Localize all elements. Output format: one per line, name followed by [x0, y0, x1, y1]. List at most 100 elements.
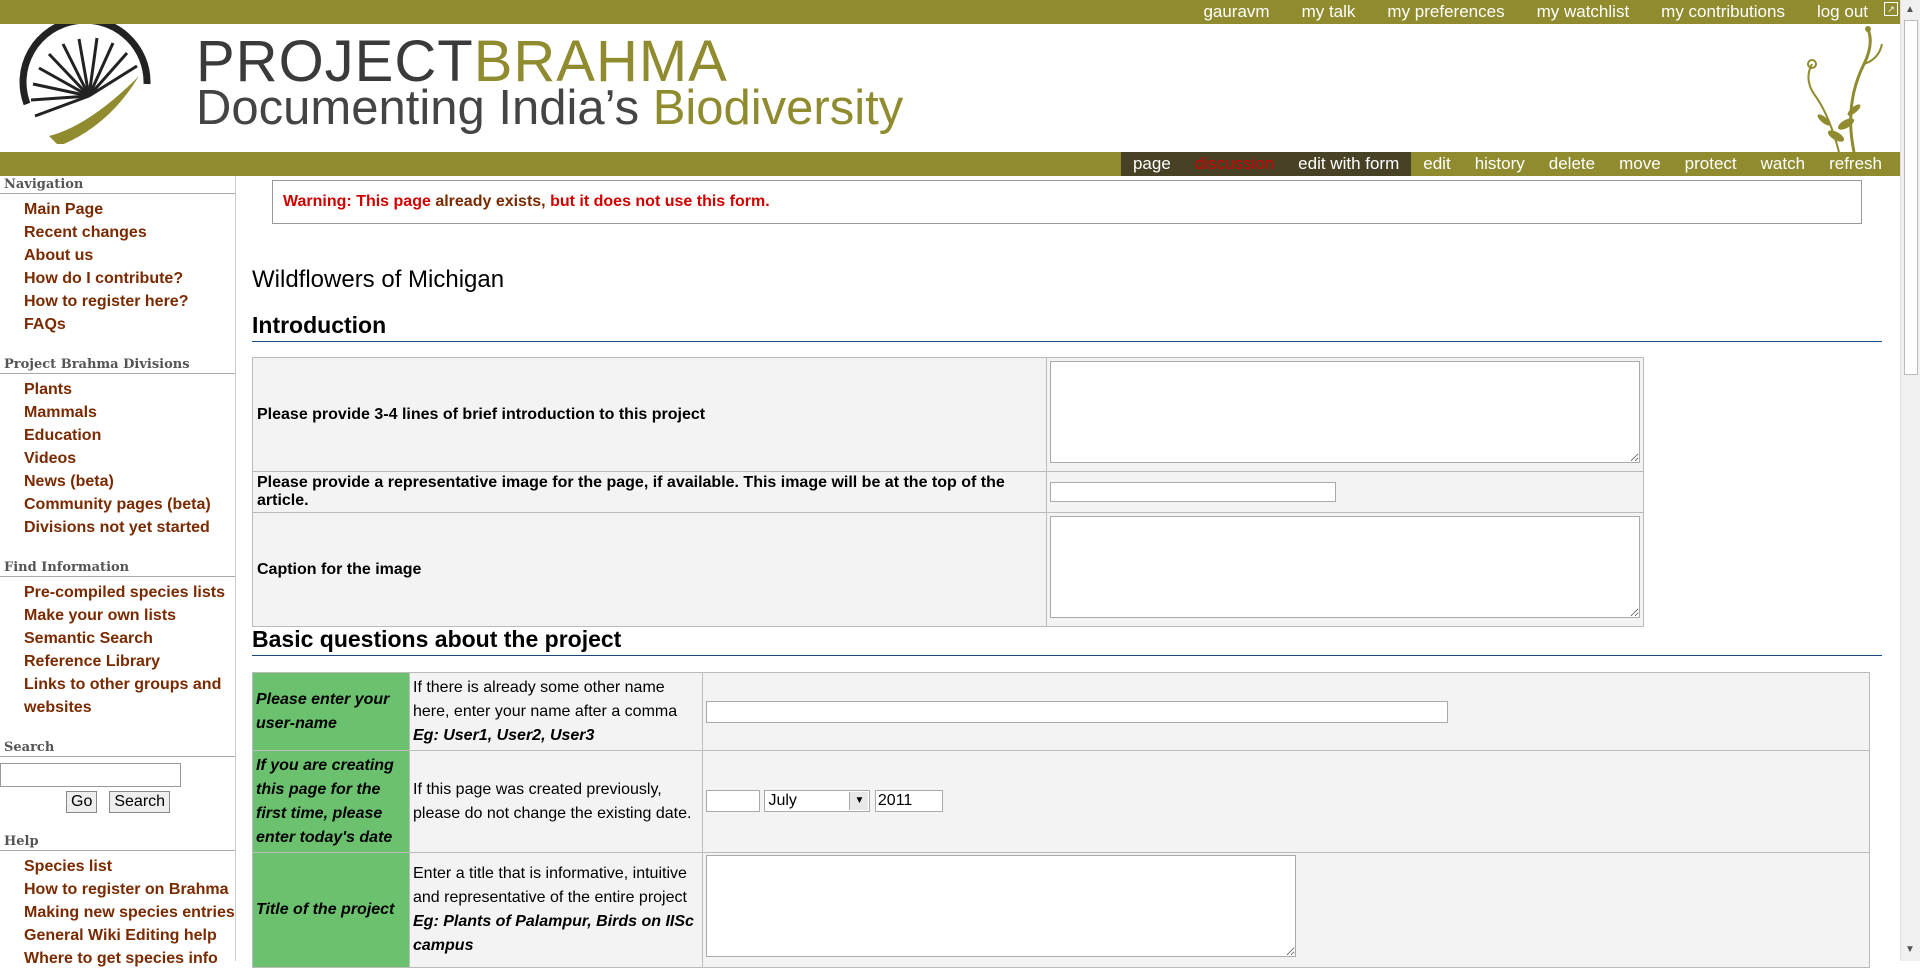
- username-field-cell: [702, 672, 1870, 751]
- tab-protect[interactable]: protect: [1673, 152, 1749, 176]
- action-tabs: page discussion edit with form edit hist…: [1120, 152, 1894, 176]
- scroll-down-icon[interactable]: ▼: [1905, 944, 1915, 955]
- title-help: Enter a title that is informative, intui…: [409, 852, 703, 968]
- site-header: PROJECTBRAHMA Documenting India’s Biodiv…: [0, 24, 1900, 152]
- title-question: Title of the project: [252, 852, 410, 968]
- sidebar-item-make-lists[interactable]: Make your own lists: [24, 604, 235, 627]
- table-row: Please provide 3-4 lines of brief introd…: [252, 357, 1644, 472]
- sidebar-item-websites[interactable]: websites: [24, 696, 235, 719]
- divisions-portlet: Project Brahma Divisions Plants Mammals …: [0, 356, 235, 539]
- sidebar-item-wiki-help[interactable]: General Wiki Editing help: [24, 924, 235, 947]
- chakra-logo-icon[interactable]: [14, 24, 164, 144]
- my-preferences-link[interactable]: my preferences: [1387, 2, 1504, 22]
- search-input[interactable]: [0, 763, 181, 787]
- tab-edit[interactable]: edit: [1411, 152, 1462, 176]
- my-talk-link[interactable]: my talk: [1302, 2, 1356, 22]
- title-field-cell: [702, 852, 1870, 968]
- sidebar-item-main-page[interactable]: Main Page: [24, 198, 235, 221]
- sidebar-item-news[interactable]: News (beta): [24, 470, 235, 493]
- day-input[interactable]: [706, 790, 760, 813]
- help-portlet: Help Species list How to register on Bra…: [0, 833, 235, 970]
- username-question: Please enter your user-name: [252, 672, 410, 751]
- main-content: Warning: This page already exists, but i…: [236, 176, 1896, 968]
- sidebar-item-species-lists[interactable]: Pre-compiled species lists: [24, 581, 235, 604]
- sidebar-item-semantic-search[interactable]: Semantic Search: [24, 627, 235, 650]
- floral-ornament-icon: [1807, 26, 1883, 152]
- sidebar-item-how-register[interactable]: How to register here?: [24, 290, 235, 313]
- popout-icon[interactable]: ↗: [1884, 2, 1898, 16]
- title-example: Eg: Plants of Palampur, Birds on IISc ca…: [413, 913, 694, 954]
- sidebar-item-species-list[interactable]: Species list: [24, 855, 235, 878]
- sidebar-item-register-brahma[interactable]: How to register on Brahma: [24, 878, 235, 901]
- caption-label: Caption for the image: [252, 512, 1047, 627]
- tab-page[interactable]: page: [1120, 152, 1183, 176]
- tab-history[interactable]: history: [1463, 152, 1537, 176]
- image-label: Please provide a representative image fo…: [252, 471, 1047, 513]
- chevron-down-icon[interactable]: ▼: [849, 792, 869, 811]
- sidebar: Navigation Main Page Recent changes Abou…: [0, 176, 236, 967]
- tab-discussion[interactable]: discussion: [1182, 152, 1287, 176]
- tab-move[interactable]: move: [1607, 152, 1673, 176]
- sidebar-item-reference-library[interactable]: Reference Library: [24, 650, 235, 673]
- this-page-link[interactable]: This page: [356, 193, 431, 210]
- navigation-portlet: Navigation Main Page Recent changes Abou…: [0, 176, 235, 336]
- intro-label: Please provide 3-4 lines of brief introd…: [252, 357, 1047, 472]
- sidebar-item-about-us[interactable]: About us: [24, 244, 235, 267]
- sidebar-item-new-species[interactable]: Making new species entries: [24, 901, 235, 924]
- my-contributions-link[interactable]: my contributions: [1661, 2, 1785, 22]
- sidebar-item-mammals[interactable]: Mammals: [24, 401, 235, 424]
- intro-field-cell: [1046, 357, 1644, 472]
- page-title: Wildflowers of Michigan: [252, 266, 505, 293]
- sidebar-item-recent-changes[interactable]: Recent changes: [24, 221, 235, 244]
- warning-label: Warning:: [283, 193, 352, 210]
- sidebar-item-how-contribute[interactable]: How do I contribute?: [24, 267, 235, 290]
- introduction-textarea[interactable]: [1050, 361, 1640, 463]
- caption-field-cell: [1046, 512, 1644, 627]
- action-tabs-bar: page discussion edit with form edit hist…: [0, 152, 1900, 176]
- table-row: If you are creating this page for the fi…: [252, 750, 1870, 853]
- portlet-title: Navigation: [0, 176, 235, 194]
- username-input[interactable]: [706, 700, 1448, 723]
- user-link[interactable]: gauravm: [1203, 2, 1269, 22]
- find-information-portlet: Find Information Pre-compiled species li…: [0, 559, 235, 719]
- table-row: Title of the project Enter a title that …: [252, 852, 1870, 968]
- my-watchlist-link[interactable]: my watchlist: [1537, 2, 1630, 22]
- scrollbar-thumb[interactable]: [1904, 20, 1918, 375]
- image-field-cell: [1046, 471, 1644, 513]
- tab-delete[interactable]: delete: [1537, 152, 1607, 176]
- sidebar-item-education[interactable]: Education: [24, 424, 235, 447]
- month-select[interactable]: July ▼: [764, 790, 871, 813]
- caption-textarea[interactable]: [1050, 516, 1640, 618]
- sidebar-item-community-pages[interactable]: Community pages (beta): [24, 493, 235, 516]
- sidebar-item-faqs[interactable]: FAQs: [24, 313, 235, 336]
- image-input[interactable]: [1050, 482, 1336, 502]
- sidebar-item-videos[interactable]: Videos: [24, 447, 235, 470]
- year-input[interactable]: [874, 790, 943, 813]
- username-help: If there is already some other name here…: [409, 672, 703, 751]
- tab-watch[interactable]: watch: [1749, 152, 1817, 176]
- sidebar-item-species-info[interactable]: Where to get species info: [24, 947, 235, 970]
- sidebar-item-links-groups[interactable]: Links to other groups and: [24, 673, 235, 696]
- personal-bar: gauravm my talk my preferences my watchl…: [0, 0, 1900, 24]
- portlet-title: Find Information: [0, 559, 235, 577]
- table-row: Please enter your user-name If there is …: [252, 672, 1870, 751]
- date-question: If you are creating this page for the fi…: [252, 750, 410, 853]
- basic-questions-table: Please enter your user-name If there is …: [252, 672, 1870, 968]
- go-button[interactable]: Go: [66, 791, 98, 813]
- sidebar-item-divisions-not-started[interactable]: Divisions not yet started: [24, 516, 235, 539]
- portlet-title: Project Brahma Divisions: [0, 356, 235, 374]
- username-example: Eg: User1, User2, User3: [413, 726, 595, 744]
- scroll-up-icon[interactable]: ▲: [1905, 4, 1915, 15]
- vertical-scrollbar[interactable]: ▲ ▼: [1900, 0, 1920, 961]
- portlet-title: Search: [0, 739, 235, 757]
- sidebar-item-plants[interactable]: Plants: [24, 378, 235, 401]
- tab-refresh[interactable]: refresh: [1817, 152, 1894, 176]
- basic-questions-heading: Basic questions about the project: [252, 626, 1882, 656]
- search-button[interactable]: Search: [109, 791, 171, 813]
- tab-edit-with-form[interactable]: edit with form: [1286, 152, 1412, 176]
- title-textarea[interactable]: [706, 855, 1296, 957]
- warning-end: but it does not use this form.: [550, 193, 770, 210]
- date-field-cell: July ▼: [702, 750, 1870, 853]
- introduction-table: Please provide 3-4 lines of brief introd…: [252, 357, 1644, 627]
- log-out-link[interactable]: log out: [1817, 2, 1868, 22]
